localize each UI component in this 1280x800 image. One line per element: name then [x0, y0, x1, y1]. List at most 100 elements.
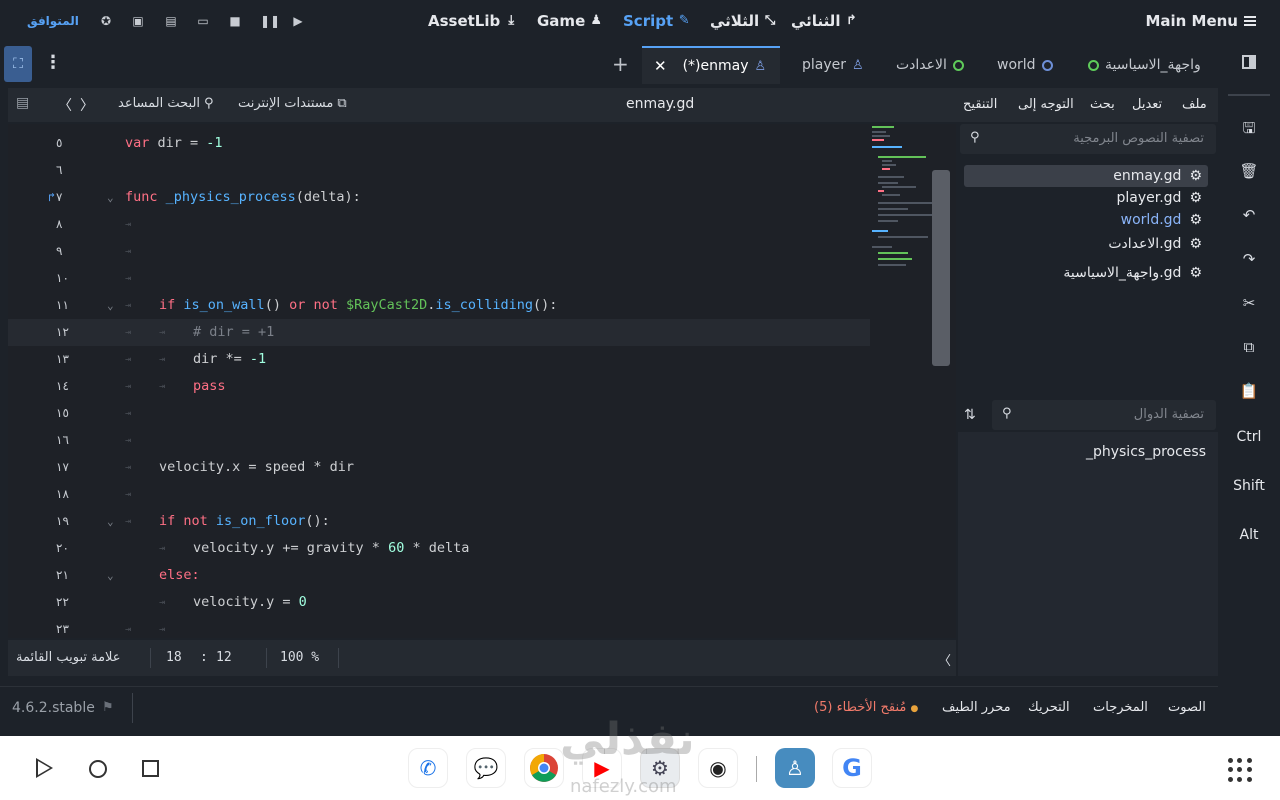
node-icon: ♙ — [754, 58, 767, 74]
tab-debugger[interactable]: مُنقح الأخطاء (5) ● — [814, 700, 918, 715]
tab-world[interactable]: world — [997, 46, 1053, 84]
toggle-scripts-panel-icon[interactable]: ▤ — [16, 95, 29, 111]
hamburger-icon — [1244, 16, 1256, 26]
tab-settings[interactable]: الاعدادت — [896, 46, 964, 84]
menu-search[interactable]: بحث — [1090, 97, 1115, 112]
gear-icon: ⚙ — [1189, 265, 1202, 281]
script-list-item[interactable]: واجهة_الاسياسية.gd ⚙ — [964, 262, 1208, 284]
tab-animation[interactable]: التحريك — [1028, 700, 1070, 715]
workspace-script[interactable]: ✎ Script — [623, 12, 691, 30]
paste-icon[interactable]: 📋 — [1236, 382, 1262, 400]
redo-icon[interactable]: ↷ — [1236, 250, 1262, 268]
menu-debug[interactable]: التنقيح — [963, 97, 997, 112]
close-icon[interactable]: ✕ — [654, 57, 667, 75]
scene-ring-icon — [952, 59, 964, 71]
online-docs-button[interactable]: مستندات الإنترنت ⧉ — [238, 96, 347, 111]
app-drawer-icon[interactable] — [1228, 758, 1252, 782]
google-app-icon[interactable]: G — [832, 748, 872, 788]
menu-file[interactable]: ملف — [1182, 97, 1207, 112]
search-icon: ⚲ — [1002, 406, 1012, 421]
forward-icon[interactable]: 〉 — [80, 95, 94, 115]
main-menu-button[interactable]: Main Menu — [1145, 12, 1256, 30]
sort-icon[interactable]: ⇅ — [964, 407, 976, 423]
more-options-icon[interactable]: ⋮ — [44, 52, 62, 73]
tab-enmay[interactable]: ✕ (*)enmay ♙ — [642, 46, 781, 84]
workspace-assetlib[interactable]: ⤓ AssetLib — [428, 12, 518, 30]
workspace-game[interactable]: ♟ Game — [537, 12, 603, 30]
distraction-free-icon[interactable]: ⛶ — [4, 46, 32, 82]
cut-icon[interactable]: ✂ — [1236, 294, 1262, 312]
shift-key[interactable]: Shift — [1228, 478, 1270, 494]
fold-arrow-icon[interactable]: ⌄ — [107, 184, 114, 211]
gear-icon: ⚙ — [1189, 168, 1202, 184]
tab-player[interactable]: player ♙ — [802, 46, 864, 84]
indent-guide-icon: ⇥ — [125, 435, 132, 446]
alt-key[interactable]: Alt — [1228, 527, 1270, 543]
search-help-button[interactable]: البحث المساعد ⚲ — [118, 96, 214, 111]
play-scene-icon[interactable]: ▤ — [164, 14, 178, 28]
code-line: ١٩ ⌄ ⇥ if not is_on_floor(): — [8, 508, 870, 535]
code-line: ١٣ ⇥ ⇥ dir *= -1 — [8, 346, 870, 373]
script-filter-input[interactable]: تصفية النصوص البرمجية ⚲ — [960, 124, 1216, 154]
fold-arrow-icon[interactable]: ⌄ — [107, 508, 114, 535]
method-item[interactable]: _physics_process — [1086, 444, 1206, 460]
code-line: ١٤ ⇥ ⇥ pass — [8, 373, 870, 400]
renderer-selector[interactable]: المتوافق — [27, 14, 79, 28]
ctrl-key[interactable]: Ctrl — [1228, 429, 1270, 445]
workspace-3d[interactable]: ⤡ الثلاثي — [710, 12, 777, 30]
menu-edit[interactable]: تعديل — [1132, 97, 1162, 112]
tab-output[interactable]: المخرجات — [1093, 700, 1148, 715]
indent-guide-icon: ⇥ — [125, 273, 132, 284]
save-icon[interactable]: 🖫 — [1236, 118, 1262, 143]
collapse-arrow-icon[interactable]: 〈 — [938, 650, 951, 669]
phone-app-icon[interactable]: ✆ — [408, 748, 448, 788]
back-icon[interactable]: 〈 — [58, 95, 72, 115]
code-line: ١٧ ⇥ velocity.x = speed * dir — [8, 454, 870, 481]
camera-app-icon[interactable]: ◉ — [698, 748, 738, 788]
script-list-item[interactable]: الاعدادت.gd ⚙ — [964, 233, 1208, 255]
fold-arrow-icon[interactable]: ⌄ — [107, 292, 114, 319]
tab-main-interface[interactable]: واجهة_الاسياسية — [1088, 46, 1201, 84]
script-editor-header: ▤ 〈 〉 البحث المساعد ⚲ مستندات الإنترنت ⧉… — [8, 88, 1218, 122]
indent-guide-icon: ⇥ — [125, 408, 132, 419]
divider — [132, 693, 133, 723]
tab-shader-editor[interactable]: محرر الطيف — [942, 700, 1011, 715]
undo-icon[interactable]: ↶ — [1236, 206, 1262, 224]
override-arrow-icon[interactable]: ↱ — [48, 184, 55, 211]
play-custom-icon[interactable]: ▣ — [131, 14, 145, 28]
zoom-level[interactable]: 100 % — [280, 650, 319, 665]
recents-icon[interactable] — [142, 760, 159, 777]
menu-goto[interactable]: التوجه إلى — [1018, 97, 1074, 112]
indent-guide-icon: ⇥ — [125, 381, 132, 392]
fold-arrow-icon[interactable]: ⌄ — [107, 562, 114, 589]
home-icon[interactable] — [89, 760, 107, 778]
code-line: ٨ ⇥ — [8, 211, 870, 238]
copy-icon[interactable]: ⧉ — [1236, 338, 1262, 356]
divider — [150, 648, 151, 668]
pause-icon[interactable]: ❚❚ — [260, 14, 280, 28]
toggle-dock-icon[interactable] — [1242, 55, 1256, 69]
chrome-app-icon[interactable] — [524, 748, 564, 788]
script-list-item[interactable]: enmay.gd ⚙ — [964, 165, 1208, 187]
script-list-item[interactable]: world.gd ⚙ — [964, 209, 1208, 231]
remote-debug-icon[interactable]: ▭ — [196, 14, 210, 28]
stop-icon[interactable]: ■ — [228, 14, 242, 28]
workspace-2d[interactable]: ↱ الثنائي — [791, 12, 858, 30]
method-filter-input[interactable]: تصفية الدوال ⚲ — [992, 400, 1216, 430]
current-script-name: enmay.gd — [626, 96, 695, 112]
script-list-item[interactable]: player.gd ⚙ — [964, 187, 1208, 209]
vertical-scrollbar[interactable] — [932, 170, 950, 366]
node-icon: ♙ — [852, 57, 864, 73]
back-icon[interactable] — [36, 758, 53, 778]
code-editor[interactable]: ٥ var dir = -1 ٦ ↱ ٧ ⌄ func _physics_pro… — [8, 124, 956, 638]
add-scene-icon[interactable]: + — [612, 52, 629, 76]
godot-app-icon[interactable]: ♙ — [775, 748, 815, 788]
assetlib-icon: ⤓ — [508, 13, 515, 28]
messages-app-icon[interactable]: 💬 — [466, 748, 506, 788]
pin-icon[interactable]: ⚑ — [102, 700, 114, 715]
play-icon[interactable]: ▶ — [291, 14, 305, 28]
delete-icon[interactable]: 🗑 — [1236, 162, 1262, 180]
game-icon: ♟ — [590, 13, 603, 28]
movie-icon[interactable]: ✪ — [99, 14, 113, 28]
tab-audio[interactable]: الصوت — [1168, 700, 1206, 715]
